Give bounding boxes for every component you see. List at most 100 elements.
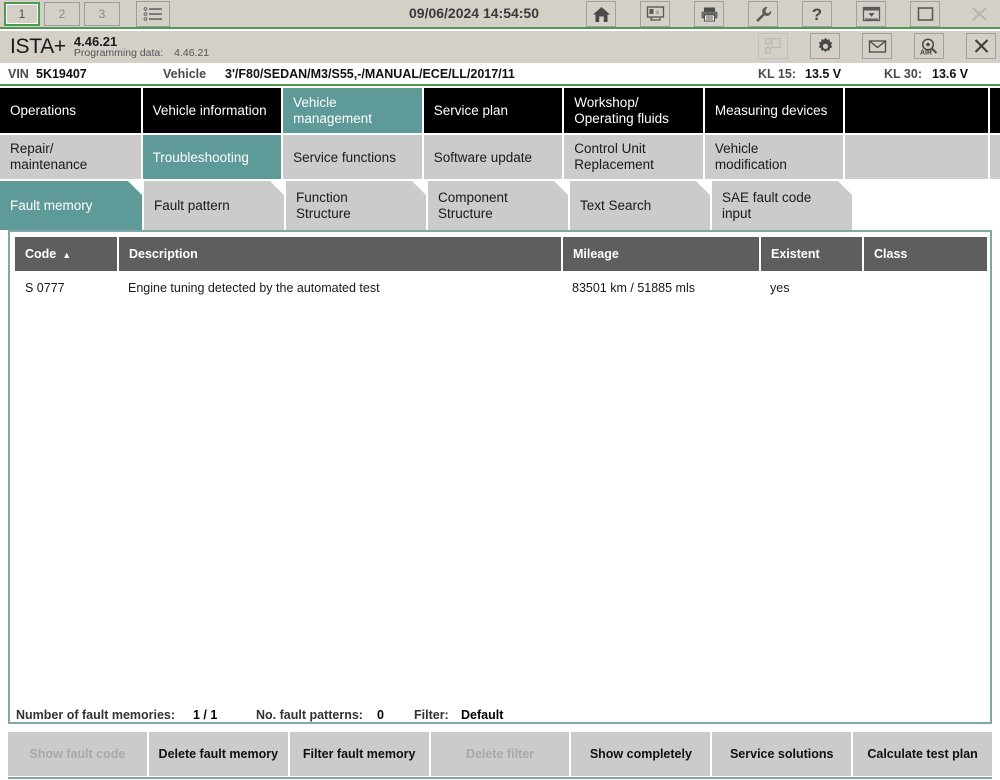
nav-l3-sae-line1: SAE fault code bbox=[722, 189, 812, 205]
nav-l2-repair-maintenance[interactable]: Repair/ maintenance bbox=[0, 135, 141, 179]
nav-l1-operations-label: Operations bbox=[10, 103, 77, 118]
nav-l1-vehicle-information-label: Vehicle information bbox=[152, 103, 267, 118]
nav-l3-fault-pattern[interactable]: Fault pattern bbox=[144, 181, 284, 230]
nav-l3-fs-line1: Function bbox=[296, 189, 348, 205]
nav-l2-troubleshooting[interactable]: Troubleshooting bbox=[142, 135, 282, 179]
fault-memories-value: 1 / 1 bbox=[193, 708, 218, 722]
fault-table-header-row: Code ▲ Description Mileage Existent Class bbox=[15, 237, 987, 271]
calculate-test-plan-button[interactable]: Calculate test plan bbox=[853, 732, 993, 776]
nav-l1-vehicle-management[interactable]: Vehicle management bbox=[283, 88, 422, 133]
nav-l2-cur-line2: Replacement bbox=[574, 157, 654, 172]
nav-l1-measuring-devices[interactable]: Measuring devices bbox=[704, 88, 844, 133]
nav-l3-component-structure[interactable]: Component Structure bbox=[428, 181, 568, 230]
maximize-window-icon[interactable] bbox=[910, 1, 940, 27]
filter-label: Filter: bbox=[414, 708, 449, 722]
minimize-panel-icon[interactable] bbox=[856, 1, 886, 27]
nav-l1-vm-line2: management bbox=[293, 110, 372, 126]
nav-l3-sae-fault-code-input[interactable]: SAE fault code input bbox=[712, 181, 852, 230]
bottom-rule bbox=[8, 777, 992, 779]
app-name: ISTA+ bbox=[10, 35, 66, 58]
home-icon[interactable] bbox=[586, 1, 616, 27]
fault-table-wrap: Code ▲ Description Mileage Existent Class bbox=[15, 237, 987, 692]
nav-l1-empty-2 bbox=[989, 88, 1000, 133]
nav-l3-cs-label: Component Structure bbox=[438, 190, 508, 222]
column-header-class[interactable]: Class bbox=[863, 237, 987, 271]
kl15-label: KL 15: bbox=[758, 67, 796, 81]
nav-l2-vmod-line1: Vehicle bbox=[714, 141, 759, 157]
fault-patterns-label: No. fault patterns: bbox=[256, 708, 363, 722]
close-window-icon[interactable] bbox=[964, 1, 994, 27]
nav-l1-service-plan[interactable]: Service plan bbox=[423, 88, 563, 133]
programming-data-label: Programming data: bbox=[73, 47, 164, 60]
cell-code: S 0777 bbox=[15, 271, 118, 305]
nav-level-1: Operations Vehicle information Vehicle m… bbox=[0, 88, 1000, 133]
nav-l2-service-functions-label: Service functions bbox=[293, 149, 396, 165]
show-fault-code-button[interactable]: Show fault code bbox=[8, 732, 147, 776]
column-header-existent[interactable]: Existent bbox=[760, 237, 864, 271]
nav-l1-measuring-devices-label: Measuring devices bbox=[714, 103, 828, 118]
action-button-bar: Show fault code Delete fault memory Filt… bbox=[8, 732, 993, 776]
nav-l3-text-search-label: Text Search bbox=[580, 198, 652, 213]
show-completely-button[interactable]: Show completely bbox=[571, 732, 711, 776]
nav-l2-repair-label: Repair/ maintenance bbox=[10, 141, 87, 173]
nav-l1-vehicle-information[interactable]: Vehicle information bbox=[142, 88, 282, 133]
table-row[interactable]: S 0777 Engine tuning detected by the aut… bbox=[15, 271, 987, 305]
kl30-label: KL 30: bbox=[884, 67, 922, 81]
filter-value: Default bbox=[461, 708, 504, 722]
nav-l1-operations[interactable]: Operations bbox=[0, 88, 141, 133]
nav-l2-service-functions[interactable]: Service functions bbox=[283, 135, 422, 179]
nav-l3-function-structure[interactable]: Function Structure bbox=[286, 181, 426, 230]
svg-text:AIR: AIR bbox=[920, 49, 932, 56]
column-header-mileage[interactable]: Mileage bbox=[562, 237, 761, 271]
fault-memory-table: Code ▲ Description Mileage Existent Class bbox=[15, 237, 987, 305]
programming-data-line: Programming data: 4.46.21 bbox=[74, 48, 209, 59]
nav-l2-vmod-line2: modification bbox=[714, 157, 787, 172]
nav-l1-workshop-label: Workshop/ Operating fluids bbox=[574, 95, 669, 127]
nav-l1-workshop-operating-fluids[interactable]: Workshop/ Operating fluids bbox=[564, 88, 703, 133]
nav-l2-vehicle-modification[interactable]: Vehicle modification bbox=[704, 135, 844, 179]
gear-icon[interactable] bbox=[810, 33, 840, 59]
close-icon[interactable] bbox=[966, 33, 996, 59]
nav-l3-fault-memory[interactable]: Fault memory bbox=[0, 181, 142, 230]
service-solutions-button[interactable]: Service solutions bbox=[712, 732, 852, 776]
page-tab-2[interactable]: 2 bbox=[44, 1, 80, 26]
page-tab-3[interactable]: 3 bbox=[84, 1, 120, 26]
nav-l2-control-unit-replacement[interactable]: Control Unit Replacement bbox=[564, 135, 703, 179]
nav-l3-sae-label: SAE fault code input bbox=[722, 190, 811, 222]
status-line: Number of fault memories: 1 / 1 No. faul… bbox=[8, 706, 992, 728]
cell-description: Engine tuning detected by the automated … bbox=[118, 271, 562, 305]
nav-l2-empty-1 bbox=[845, 135, 988, 179]
column-header-existent-label: Existent bbox=[771, 247, 820, 261]
nav-level-3: Fault memory Fault pattern Function Stru… bbox=[0, 181, 1000, 230]
mail-icon[interactable] bbox=[862, 33, 892, 59]
nav-l1-vehicle-management-label: Vehicle management bbox=[293, 95, 372, 127]
column-header-mileage-label: Mileage bbox=[573, 247, 619, 261]
help-icon[interactable]: ? bbox=[802, 1, 832, 27]
nav-l2-cur-line1: Control Unit bbox=[574, 141, 646, 157]
sort-ascending-icon: ▲ bbox=[62, 249, 72, 260]
fault-memory-panel: Code ▲ Description Mileage Existent Class bbox=[8, 230, 992, 724]
delete-filter-button[interactable]: Delete filter bbox=[430, 732, 570, 776]
nav-l3-fault-memory-label: Fault memory bbox=[10, 198, 93, 213]
print-icon[interactable] bbox=[694, 1, 724, 27]
nav-l3-fs-line2: Structure bbox=[296, 205, 351, 221]
nav-l3-text-search[interactable]: Text Search bbox=[570, 181, 710, 230]
column-header-description-label: Description bbox=[129, 247, 198, 261]
wrench-icon[interactable] bbox=[748, 1, 778, 27]
session-bar: 1 2 3 09/06/2024 14:54:50 x ? bbox=[0, 0, 1000, 29]
nav-l2-software-update[interactable]: Software update bbox=[423, 135, 563, 179]
list-icon[interactable] bbox=[136, 0, 170, 27]
filter-fault-memory-button[interactable]: Filter fault memory bbox=[289, 732, 429, 776]
air-zoom-icon[interactable]: AIR bbox=[914, 33, 944, 59]
nav-l1-wof-line2: Operating fluids bbox=[574, 110, 669, 126]
title-bar: ISTA+ 4.46.21 Programming data: 4.46.21 bbox=[0, 31, 1000, 63]
column-header-description[interactable]: Description bbox=[118, 237, 563, 271]
column-header-code[interactable]: Code ▲ bbox=[15, 237, 119, 271]
vehicle-identification-icon[interactable]: x bbox=[640, 1, 670, 27]
nav-l1-empty-1 bbox=[845, 88, 988, 133]
vin-label: VIN bbox=[8, 67, 29, 81]
page-tab-1[interactable]: 1 bbox=[4, 1, 40, 26]
column-header-code-label: Code bbox=[25, 247, 57, 261]
delete-fault-memory-button[interactable]: Delete fault memory bbox=[148, 732, 288, 776]
network-icon[interactable] bbox=[758, 33, 788, 59]
